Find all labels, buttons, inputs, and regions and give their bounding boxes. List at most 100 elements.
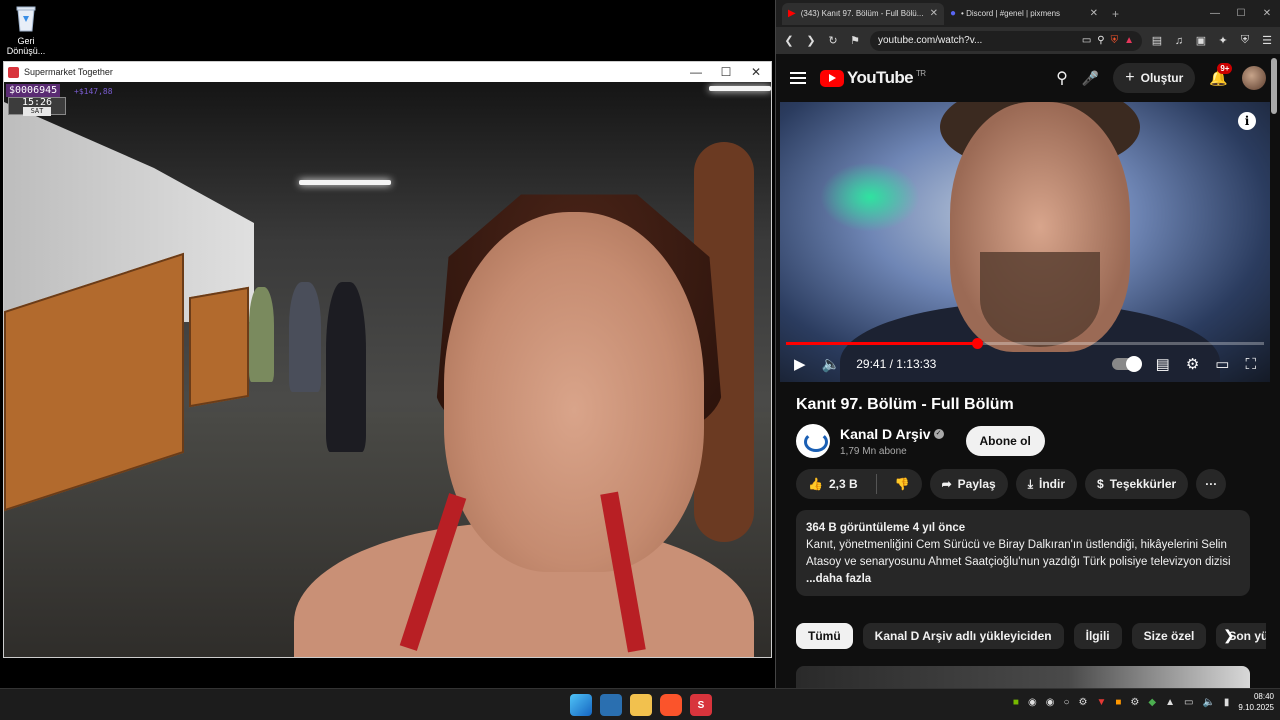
music-icon[interactable]: ♫ xyxy=(1172,35,1186,47)
notifications-button[interactable]: 🔔 9+ xyxy=(1209,63,1233,87)
bookmark-icon[interactable]: ⚑ xyxy=(848,34,862,47)
tray-icon[interactable]: ◆ xyxy=(1148,697,1156,708)
download-button[interactable]: ⤓ İndir xyxy=(1015,469,1078,499)
close-button[interactable]: ✕ xyxy=(1254,8,1280,19)
chip-uploader[interactable]: Kanal D Arşiv adlı yükleyiciden xyxy=(862,623,1064,649)
like-button[interactable]: 👍 2,3 B xyxy=(796,469,870,499)
show-more-link[interactable]: ...daha fazla xyxy=(806,573,871,585)
volume-icon[interactable]: 🔈 xyxy=(822,355,841,373)
tray-icon[interactable]: ▼ xyxy=(1096,697,1106,708)
minimize-button[interactable]: — xyxy=(681,65,711,79)
share-icon: ➦ xyxy=(941,477,952,491)
chip-related[interactable]: İlgili xyxy=(1073,623,1122,649)
tray-icon[interactable]: ⚙ xyxy=(1078,697,1087,708)
subtitles-icon[interactable]: ▤ xyxy=(1156,355,1170,373)
youtube-play-icon xyxy=(820,69,844,87)
share-button[interactable]: ➦ Paylaş xyxy=(929,469,1008,499)
filter-chips: Tümü Kanal D Arşiv adlı yükleyiciden İlg… xyxy=(796,623,1266,649)
brave-shield-icon[interactable]: ⛨ xyxy=(1111,35,1119,46)
search-icon[interactable]: ⚲ xyxy=(1056,68,1068,88)
maximize-button[interactable]: ☐ xyxy=(1228,8,1254,19)
file-explorer-icon[interactable] xyxy=(630,694,652,716)
sidebar-icon[interactable]: ▤ xyxy=(1150,34,1164,47)
brave-browser-icon[interactable] xyxy=(660,694,682,716)
wallet-icon[interactable]: ▣ xyxy=(1194,34,1208,47)
recycle-bin[interactable]: Geri Dönüşü... xyxy=(4,4,48,56)
url-field[interactable]: youtube.com/watch?v... ▭ ⚲ ⛨ ▲ xyxy=(870,30,1142,51)
steam-icon[interactable]: ◉ xyxy=(1046,697,1055,708)
recommended-thumbnail[interactable] xyxy=(796,666,1250,688)
ceiling-light xyxy=(299,180,391,185)
youtube-favicon-icon: ▶ xyxy=(788,8,796,19)
hud-clock: 15:26 SAT xyxy=(8,97,66,116)
maximize-button[interactable]: ☐ xyxy=(711,65,741,79)
tray-icon[interactable]: ⚙ xyxy=(1130,697,1139,708)
channel-name[interactable]: Kanal D Arşiv xyxy=(840,426,931,442)
settings-gear-icon[interactable]: ⚙ xyxy=(1186,355,1199,373)
youtube-logo[interactable]: YouTube TR xyxy=(820,68,926,88)
reload-icon[interactable]: ↻ xyxy=(826,34,840,47)
start-windows-icon[interactable] xyxy=(570,694,592,716)
back-icon[interactable]: ❮ xyxy=(782,34,796,47)
taskbar-clock[interactable]: 08:40 9.10.2025 xyxy=(1238,691,1274,713)
volume-icon[interactable]: 🔈 xyxy=(1202,697,1214,708)
tab-label: • Discord | #genel | pixmens xyxy=(961,9,1061,18)
cast-icon[interactable]: ▭ xyxy=(1082,35,1091,46)
subscriber-count: 1,79 Mn abone xyxy=(840,445,907,457)
scene-light xyxy=(820,162,920,232)
new-tab-button[interactable]: + xyxy=(1104,7,1127,21)
tray-icon[interactable]: ▲ xyxy=(1165,697,1175,708)
fullscreen-icon[interactable]: ⛶ xyxy=(1245,356,1256,373)
progress-bar[interactable] xyxy=(786,338,1264,349)
battery-icon[interactable]: ▮ xyxy=(1224,697,1230,708)
taskbar: S ■ ◉ ◉ ○ ⚙ ▼ ■ ⚙ ◆ ▲ ▭ 🔈 ▮ 08:40 9.10.2… xyxy=(0,688,1280,720)
info-icon[interactable]: i xyxy=(1238,112,1256,130)
chip-for-you[interactable]: Size özel xyxy=(1131,623,1207,649)
menu-icon[interactable]: ☰ xyxy=(1260,34,1274,47)
dislike-button[interactable]: 👎 xyxy=(883,469,922,499)
clock-time: 08:40 xyxy=(1253,692,1274,701)
tray-icon[interactable]: ■ xyxy=(1115,697,1121,708)
autoplay-toggle[interactable] xyxy=(1111,356,1142,372)
browser-window[interactable]: ▶ (343) Kanıt 97. Bölüm - Full Bölü... ✕… xyxy=(775,0,1280,688)
video-player[interactable]: i ▶ 🔈 29:41 / 1:13:33 ▤ ⚙ ▭ ⛶ xyxy=(780,102,1270,382)
tab-youtube[interactable]: ▶ (343) Kanıt 97. Bölüm - Full Bölü... ✕ xyxy=(782,2,944,25)
microphone-icon[interactable]: 🎤 xyxy=(1082,70,1099,87)
region-code: TR xyxy=(916,68,926,78)
tab-discord[interactable]: ● • Discord | #genel | pixmens ✕ xyxy=(944,3,1104,25)
nvidia-icon[interactable]: ■ xyxy=(1013,697,1019,708)
game-titlebar[interactable]: Supermarket Together — ☐ ✕ xyxy=(4,62,771,82)
vpn-icon[interactable]: ⛨ xyxy=(1238,34,1252,47)
play-icon[interactable]: ▶ xyxy=(794,355,806,373)
description-box[interactable]: 364 B görüntüleme 4 yıl önce Kanıt, yöne… xyxy=(796,510,1250,596)
tray-icon[interactable]: ○ xyxy=(1063,697,1069,708)
subscribe-button[interactable]: Abone ol xyxy=(965,426,1045,456)
scrollbar[interactable] xyxy=(1271,58,1277,114)
avatar[interactable] xyxy=(1242,66,1266,90)
forward-icon[interactable]: ❯ xyxy=(804,34,818,47)
close-tab-icon[interactable]: ✕ xyxy=(930,8,938,19)
create-button[interactable]: + Oluştur xyxy=(1113,63,1196,93)
tray-icon[interactable]: ◉ xyxy=(1028,697,1037,708)
extensions-icon[interactable]: ✦ xyxy=(1216,34,1230,47)
close-tab-icon[interactable]: ✕ xyxy=(1090,8,1098,19)
minimize-button[interactable]: — xyxy=(1202,8,1228,19)
game-taskbar-icon[interactable]: S xyxy=(690,694,712,716)
rewards-icon[interactable]: ▲ xyxy=(1124,35,1134,46)
description-text: Kanıt, yönetmenliğini Cem Sürücü ve Bira… xyxy=(806,539,1231,568)
progress-fill xyxy=(786,338,984,349)
theater-mode-icon[interactable]: ▭ xyxy=(1215,355,1229,373)
game-viewport[interactable]: $0006945 +$147,88 15:26 SAT xyxy=(4,82,771,657)
network-icon[interactable]: ▭ xyxy=(1184,697,1193,708)
chip-all[interactable]: Tümü xyxy=(796,623,853,649)
chevron-right-icon[interactable]: ❯ xyxy=(1223,627,1235,644)
zoom-icon[interactable]: ⚲ xyxy=(1097,35,1104,46)
hamburger-menu-icon[interactable] xyxy=(790,69,806,87)
game-window[interactable]: Supermarket Together — ☐ ✕ $0006945 +$14… xyxy=(3,61,772,658)
channel-avatar[interactable] xyxy=(796,424,830,458)
more-actions-button[interactable]: ··· xyxy=(1196,469,1227,499)
close-button[interactable]: ✕ xyxy=(741,65,771,79)
thanks-button[interactable]: $ Teşekkürler xyxy=(1085,469,1189,499)
photos-icon[interactable] xyxy=(600,694,622,716)
thanks-label: Teşekkürler xyxy=(1109,477,1177,491)
